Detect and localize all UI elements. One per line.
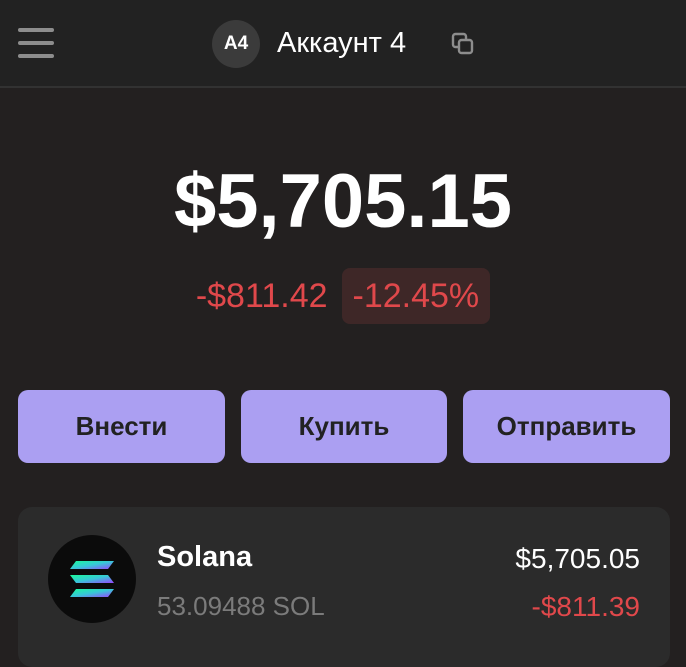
action-buttons: Внести Купить Отправить: [18, 390, 670, 463]
account-avatar[interactable]: A4: [212, 20, 260, 68]
hamburger-menu-icon: [18, 28, 54, 32]
token-list-item-solana[interactable]: Solana 53.09488 SOL $5,705.05 -$811.39: [18, 507, 670, 667]
token-value: $5,705.05: [515, 543, 640, 574]
token-logo: [48, 535, 136, 623]
token-name: Solana: [157, 541, 253, 573]
hamburger-menu-icon: [18, 41, 54, 45]
copy-address-button[interactable]: [449, 30, 477, 58]
copy-icon: [451, 32, 474, 55]
hamburger-menu-icon: [18, 54, 54, 58]
buy-button[interactable]: Купить: [241, 390, 447, 463]
deposit-button[interactable]: Внести: [18, 390, 225, 463]
token-amount: 53.09488 SOL: [157, 591, 325, 621]
send-button[interactable]: Отправить: [463, 390, 670, 463]
header-bar: A4 Аккаунт 4: [0, 0, 686, 88]
total-balance: $5,705.15: [173, 159, 513, 244]
menu-button[interactable]: [16, 26, 56, 60]
balance-change-amount: -$811.42: [195, 276, 328, 315]
balance-change-percent-badge: -12.45%: [341, 268, 491, 324]
token-change: -$811.39: [531, 591, 640, 622]
account-name[interactable]: Аккаунт 4: [277, 24, 406, 62]
solana-logo-icon: [70, 561, 114, 597]
balance-change: -$811.42 -12.45%: [0, 268, 686, 324]
